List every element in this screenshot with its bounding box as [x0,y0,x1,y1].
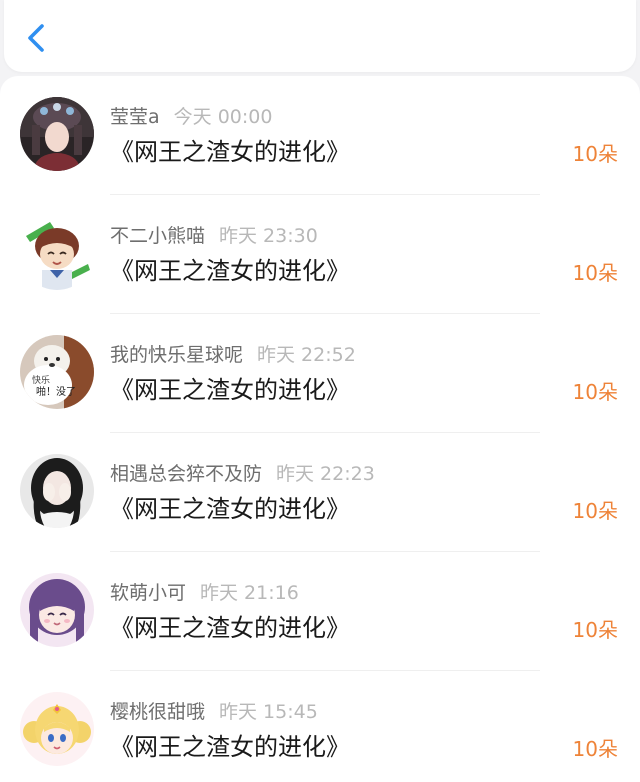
timestamp: 昨天 22:52 [257,344,356,366]
timestamp: 昨天 21:16 [200,582,299,604]
flower-count: 10朵 [572,737,618,761]
timestamp: 昨天 15:45 [219,701,318,723]
book-title[interactable]: 《网王之渣女的进化》 [110,612,350,644]
row-meta: 莹莹a 今天 00:00 [110,104,272,130]
flower-count: 10朵 [572,618,618,642]
row-meta: 软萌小可 昨天 21:16 [110,580,299,606]
chevron-left-icon [28,24,44,52]
avatar[interactable] [20,216,94,290]
username[interactable]: 软萌小可 [110,582,186,604]
flower-count: 10朵 [572,261,618,285]
avatar[interactable]: 快乐 啪！没了 [20,335,94,409]
avatar[interactable] [20,692,94,766]
list-item[interactable]: 莹莹a 今天 00:00 《网王之渣女的进化》 10朵 [0,76,640,195]
username[interactable]: 莹莹a [110,106,160,128]
username[interactable]: 樱桃很甜哦 [110,701,205,723]
username[interactable]: 相遇总会猝不及防 [110,463,262,485]
gift-list: 莹莹a今天 00:00 《网王之渣女的进化》 10朵 不二小熊喵昨天 23: [0,76,640,782]
list-item[interactable]: 软萌小可 昨天 21:16 《网王之渣女的进化》 10朵 [0,552,640,671]
list-item[interactable]: 樱桃很甜哦 昨天 15:45 《网王之渣女的进化》 10朵 [0,671,640,782]
list-item[interactable]: 相遇总会猝不及防 昨天 22:23 《网王之渣女的进化》 10朵 [0,433,640,552]
book-title[interactable]: 《网王之渣女的进化》 [110,493,350,525]
timestamp: 昨天 22:23 [276,463,375,485]
avatar[interactable] [20,454,94,528]
flower-count: 10朵 [572,380,618,404]
avatar[interactable] [20,573,94,647]
row-meta: 我的快乐星球呢 昨天 22:52 [110,342,356,368]
avatar-caption: 快乐 [32,374,50,386]
book-title[interactable]: 《网王之渣女的进化》 [110,136,350,168]
back-button[interactable] [18,18,52,58]
avatar[interactable] [20,97,94,171]
book-title[interactable]: 《网王之渣女的进化》 [110,731,350,763]
flower-count: 10朵 [572,142,618,166]
flower-count: 10朵 [572,499,618,523]
row-meta: 樱桃很甜哦 昨天 15:45 [110,699,318,725]
username[interactable]: 不二小熊喵 [110,225,205,247]
book-title[interactable]: 《网王之渣女的进化》 [110,374,350,406]
row-meta: 不二小熊喵 昨天 23:30 [110,223,318,249]
timestamp: 今天 00:00 [173,106,273,128]
list-item[interactable]: 快乐 啪！没了 我的快乐星球呢 昨天 22:52 《网王之渣女的进化》 10朵 [0,314,640,433]
username[interactable]: 我的快乐星球呢 [110,344,243,366]
top-bar [4,0,636,72]
row-meta: 相遇总会猝不及防 昨天 22:23 [110,461,375,487]
avatar-caption: 啪！没了 [36,385,76,398]
list-item[interactable]: 不二小熊喵 昨天 23:30 《网王之渣女的进化》 10朵 [0,195,640,314]
timestamp: 昨天 23:30 [219,225,318,247]
book-title[interactable]: 《网王之渣女的进化》 [110,255,350,287]
